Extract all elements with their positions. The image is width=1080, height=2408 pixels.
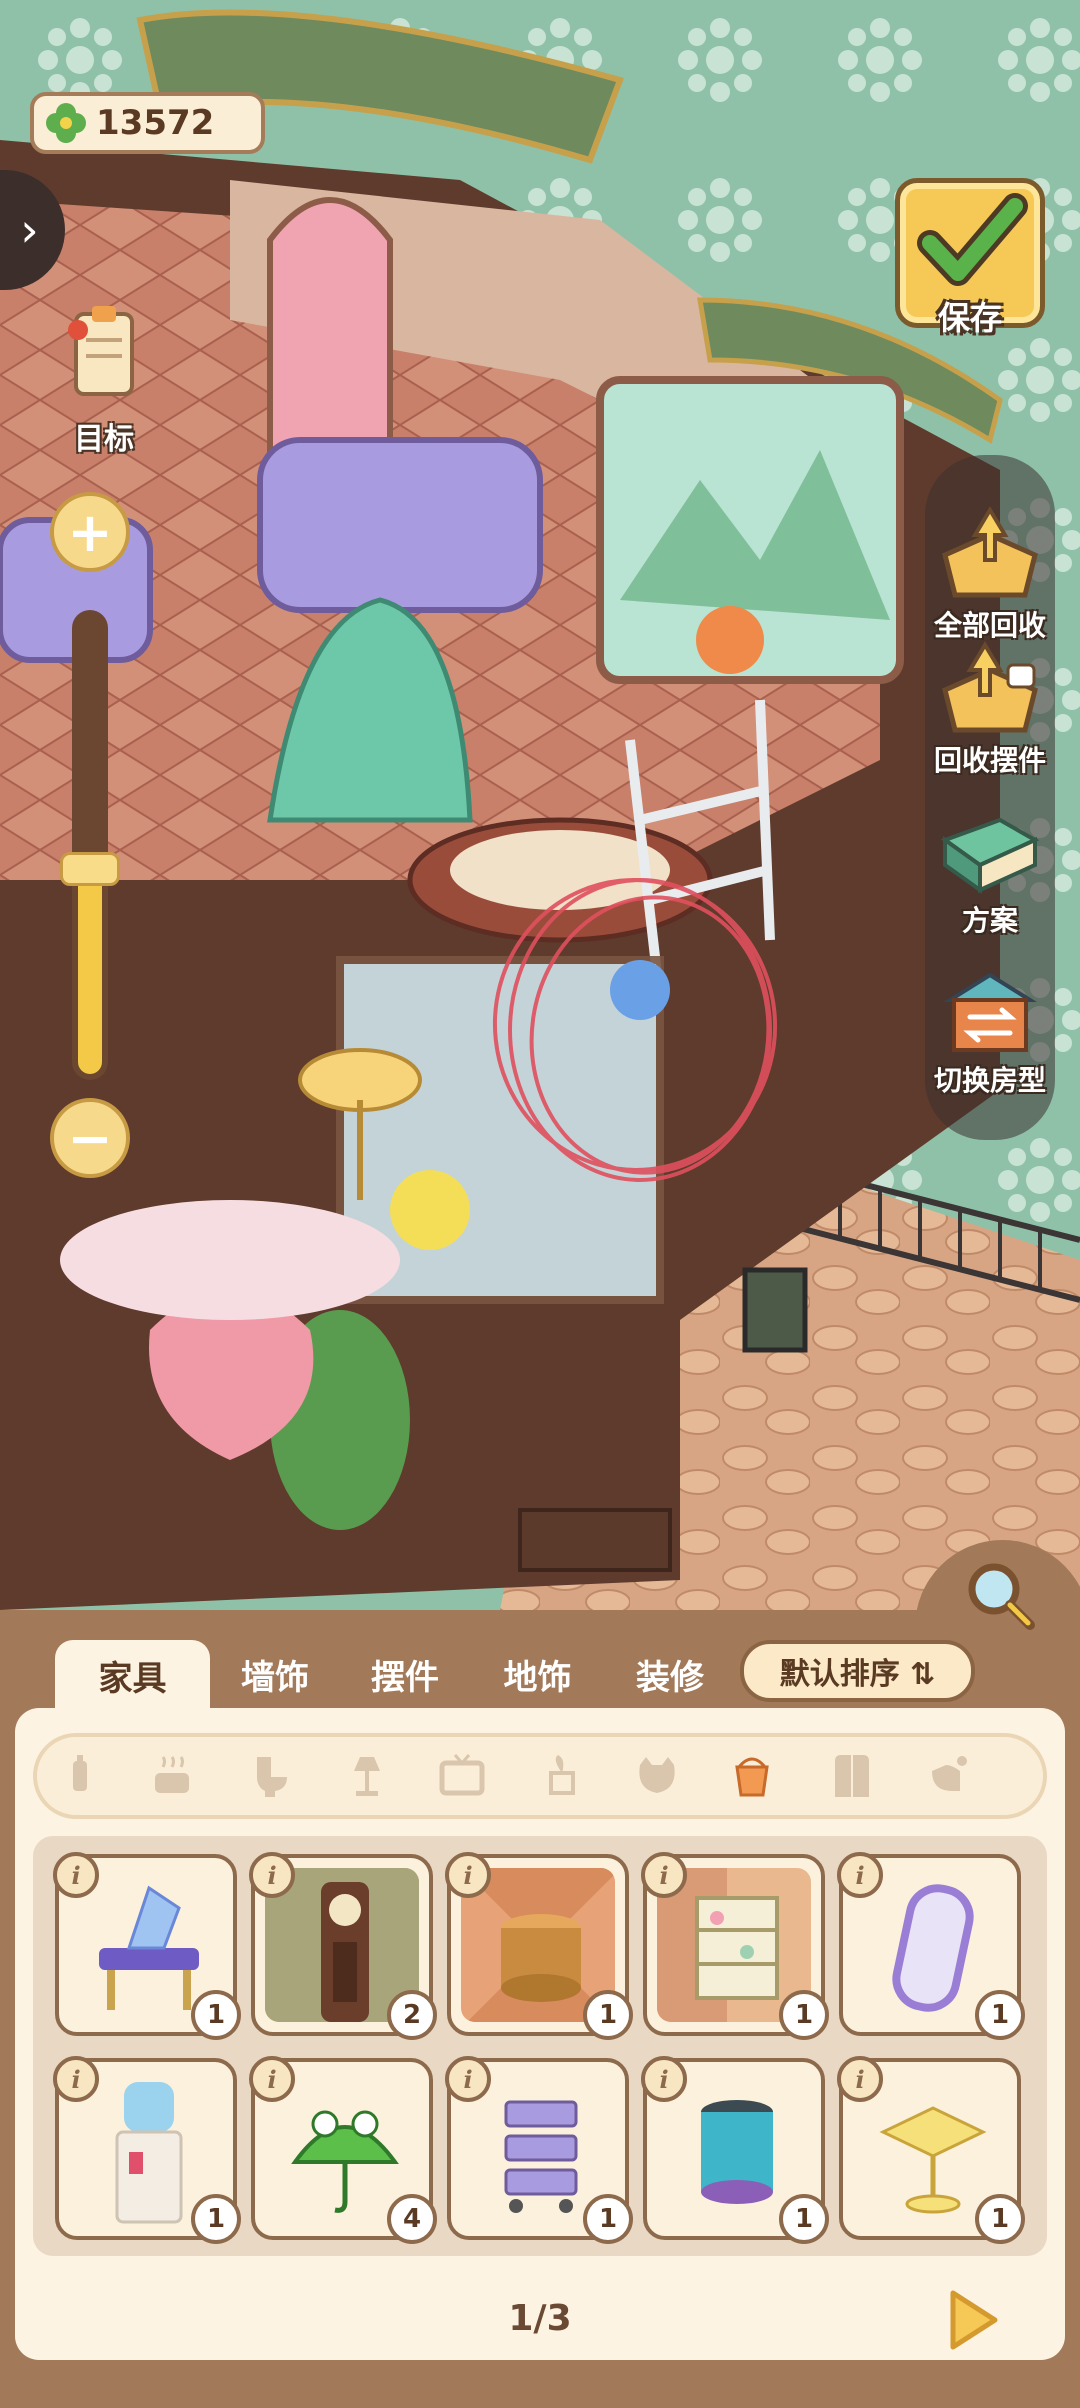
info-button[interactable]: i [249, 1852, 295, 1898]
small-bottle-icon[interactable] [57, 1751, 107, 1801]
item-card-woven-basket-stool[interactable]: i 1 [445, 1852, 633, 2040]
info-button[interactable]: i [641, 1852, 687, 1898]
recycle-all-icon [942, 506, 1038, 598]
item-card-vanity-mirror[interactable]: i 1 [837, 1852, 1025, 2040]
tab-furniture[interactable]: 家具 [55, 1640, 210, 1710]
tab-ornaments[interactable]: 摆件 [340, 1640, 470, 1708]
goal-label: 目标 [74, 422, 134, 457]
item-count: 1 [779, 1990, 829, 2040]
zoom-slider-fill [78, 868, 102, 1074]
item-count: 1 [191, 1990, 241, 2040]
item-card-crystal-vanity-desk[interactable]: i 1 [53, 1852, 241, 2040]
item-count: 2 [387, 1990, 437, 2040]
page-indicator: 1/3 [508, 2298, 572, 2339]
wardrobe-icon[interactable] [827, 1751, 877, 1801]
search-button[interactable] [960, 1555, 1040, 1635]
info-button[interactable]: i [445, 2056, 491, 2102]
item-card-purple-trolley-cart[interactable]: i 1 [445, 2056, 633, 2244]
minus-icon: − [67, 1106, 113, 1170]
item-card-trash-can[interactable]: i 1 [641, 2056, 829, 2244]
cooking-pot-icon[interactable] [147, 1751, 197, 1801]
item-count: 1 [583, 2194, 633, 2244]
goal-button[interactable]: 目标 [48, 300, 160, 458]
item-card-frog-umbrella[interactable]: i 4 [249, 2056, 437, 2244]
blueprint-button[interactable]: 方案 [900, 795, 1080, 939]
tab-floor-decor[interactable]: 地饰 [470, 1640, 605, 1708]
coin-counter: 13572 [30, 92, 265, 154]
info-button[interactable]: i [837, 2056, 883, 2102]
item-card-water-dispenser[interactable]: i 1 [53, 2056, 241, 2244]
blueprint-label: 方案 [961, 904, 1018, 937]
item-grid: i 1 i 2 i 1 i 1 i 1 i 1 i 4 i 1 i 1 i 1 [33, 1836, 1047, 2256]
save-label: 保存 [937, 299, 1002, 337]
recycle-decor-icon [942, 641, 1038, 733]
info-button[interactable]: i [837, 1852, 883, 1898]
subcategory-bar [33, 1733, 1047, 1819]
next-page-button[interactable] [935, 2285, 1005, 2355]
watering-can-icon[interactable] [922, 1751, 972, 1801]
plus-icon: + [67, 500, 113, 564]
zoom-slider-thumb[interactable] [60, 852, 120, 886]
sort-button[interactable]: 默认排序 ⇅ [740, 1640, 975, 1702]
lamp-icon[interactable] [342, 1751, 392, 1801]
plant-stand-icon[interactable] [537, 1751, 587, 1801]
tv-icon[interactable] [437, 1751, 487, 1801]
clipboard-goal-icon [68, 306, 134, 396]
item-count: 1 [975, 2194, 1025, 2244]
switch-room-button[interactable]: 切换房型 [900, 955, 1080, 1099]
switch-room-label: 切换房型 [933, 1064, 1046, 1097]
info-button[interactable]: i [53, 2056, 99, 2102]
checkmark-icon [917, 193, 1028, 286]
recycle-decor-button[interactable]: 回收摆件 [900, 635, 1080, 779]
chevron-right-icon: › [20, 203, 39, 257]
zoom-slider[interactable] [72, 610, 108, 1080]
item-count: 4 [387, 2194, 437, 2244]
info-button[interactable]: i [445, 1852, 491, 1898]
clover-icon [46, 103, 86, 143]
recycle-all-button[interactable]: 全部回收 [900, 500, 1080, 644]
tab-wall-decor[interactable]: 墙饰 [210, 1640, 340, 1708]
save-button[interactable]: 保存 [895, 178, 1045, 337]
tab-renovation[interactable]: 装修 [605, 1640, 735, 1708]
info-button[interactable]: i [53, 1852, 99, 1898]
blueprint-icon [940, 817, 1040, 894]
switch-room-icon [943, 972, 1037, 1052]
recycle-decor-label: 回收摆件 [933, 744, 1046, 777]
item-card-dessert-cart-shelf[interactable]: i 1 [641, 1852, 829, 2040]
info-button[interactable]: i [249, 2056, 295, 2102]
toilet-icon[interactable] [247, 1751, 297, 1801]
zoom-in-button[interactable]: + [50, 492, 130, 572]
info-button[interactable]: i [641, 2056, 687, 2102]
item-card-grandfather-clock[interactable]: i 2 [249, 1852, 437, 2040]
coin-amount: 13572 [96, 103, 215, 143]
item-count: 1 [975, 1990, 1025, 2040]
item-card-yellow-side-table[interactable]: i 1 [837, 2056, 1025, 2244]
item-count: 1 [779, 2194, 829, 2244]
item-count: 1 [583, 1990, 633, 2040]
bucket-icon[interactable] [727, 1751, 777, 1801]
item-count: 1 [191, 2194, 241, 2244]
cat-icon[interactable] [632, 1751, 682, 1801]
inventory-panel: i 1 i 2 i 1 i 1 i 1 i 1 i 4 i 1 i 1 i 1 … [15, 1708, 1065, 2360]
zoom-out-button[interactable]: − [50, 1098, 130, 1178]
